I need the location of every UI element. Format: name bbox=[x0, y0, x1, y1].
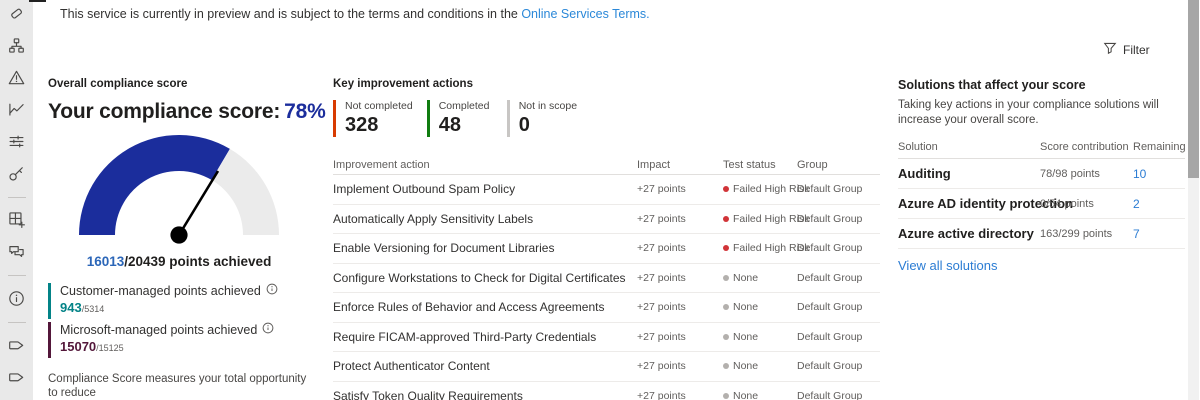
scrollbar-thumb[interactable] bbox=[1188, 0, 1199, 178]
action-link[interactable]: Require FICAM-approved Third-Party Crede… bbox=[333, 330, 637, 344]
points-breakdowns: Customer-managed points achieved 943/531… bbox=[48, 283, 310, 358]
microsoft-managed-label: Microsoft-managed points achieved bbox=[60, 323, 258, 337]
remaining-actions-link[interactable]: 7 bbox=[1133, 227, 1185, 241]
customer-managed-breakdown: Customer-managed points achieved 943/531… bbox=[48, 283, 310, 319]
col-remaining-actions[interactable]: Remaining actions bbox=[1133, 141, 1185, 153]
table-row[interactable]: Protect Authenticator Content +27 points… bbox=[333, 352, 880, 382]
solutions-panel: Solutions that affect your score Taking … bbox=[898, 78, 1185, 400]
gauge-needle bbox=[177, 170, 220, 236]
points-achieved: 16013/20439 points achieved bbox=[74, 254, 284, 269]
solutions-header-row: Solution Score contribution Remaining ac… bbox=[898, 135, 1185, 159]
score-headline-text: Your compliance score: bbox=[48, 100, 281, 123]
eraser-icon[interactable] bbox=[8, 5, 25, 22]
score-section-title: Overall compliance score bbox=[48, 78, 188, 90]
solutions-description: Taking key actions in your compliance so… bbox=[898, 99, 1159, 126]
solution-row[interactable]: Azure AD identity protection 0/54 points… bbox=[898, 189, 1185, 219]
table-row[interactable]: Enforce Rules of Behavior and Access Agr… bbox=[333, 293, 880, 323]
key-icon[interactable] bbox=[8, 165, 25, 182]
warning-icon[interactable] bbox=[8, 69, 25, 86]
remaining-actions-link[interactable]: 2 bbox=[1133, 197, 1185, 211]
sliders-icon[interactable] bbox=[8, 133, 25, 150]
col-group[interactable]: Group bbox=[797, 159, 880, 171]
key-improvement-actions-panel: Key improvement actions Not completed 32… bbox=[333, 78, 880, 400]
microsoft-managed-breakdown: Microsoft-managed points achieved 15070/… bbox=[48, 322, 310, 358]
customer-managed-label: Customer-managed points achieved bbox=[60, 284, 261, 298]
table-row[interactable]: Satisfy Token Quality Requirements +27 p… bbox=[333, 382, 880, 400]
customer-managed-total: /5314 bbox=[81, 304, 105, 314]
table-row[interactable]: Enable Versioning for Document Libraries… bbox=[333, 234, 880, 264]
table-header-row: Improvement action Impact Test status Gr… bbox=[333, 155, 880, 175]
microsoft-managed-value: 15070 bbox=[60, 339, 97, 354]
action-link[interactable]: Automatically Apply Sensitivity Labels bbox=[333, 212, 637, 226]
preview-banner: This service is currently in preview and… bbox=[60, 7, 650, 21]
status-dot bbox=[723, 392, 729, 399]
stat-not-in-scope: Not in scope 0 bbox=[506, 100, 577, 137]
table-row[interactable]: Require FICAM-approved Third-Party Crede… bbox=[333, 323, 880, 352]
remaining-actions-link[interactable]: 10 bbox=[1133, 167, 1185, 181]
gauge-fill-arc bbox=[79, 134, 230, 235]
table-row[interactable]: Automatically Apply Sensitivity Labels +… bbox=[333, 205, 880, 234]
preview-banner-text: This service is currently in preview and… bbox=[60, 7, 522, 21]
action-link[interactable]: Implement Outbound Spam Policy bbox=[333, 182, 637, 196]
score-gauge bbox=[74, 130, 284, 250]
flowchart-icon[interactable] bbox=[8, 37, 25, 54]
points-achieved-value: 16013 bbox=[86, 254, 125, 269]
col-impact[interactable]: Impact bbox=[637, 159, 723, 171]
status-dot bbox=[723, 363, 729, 370]
improvement-actions-table: Improvement action Impact Test status Gr… bbox=[333, 155, 880, 400]
actions-stats: Not completed 328 Completed 48 Not in sc… bbox=[333, 100, 880, 137]
status-dot bbox=[723, 245, 729, 252]
view-all-solutions-link[interactable]: View all solutions bbox=[898, 258, 997, 273]
solution-row[interactable]: Azure active directory 163/299 points 7 bbox=[898, 219, 1185, 249]
vertical-scrollbar[interactable] bbox=[1188, 0, 1199, 400]
score-footnote: Compliance Score measures your total opp… bbox=[48, 373, 307, 399]
grid-plus-icon[interactable] bbox=[8, 211, 25, 229]
action-link[interactable]: Protect Authenticator Content bbox=[333, 359, 637, 373]
stat-completed: Completed 48 bbox=[426, 100, 493, 137]
col-solution[interactable]: Solution bbox=[898, 141, 1040, 153]
score-headline: Your compliance score: 78% bbox=[48, 100, 326, 124]
actions-section-title: Key improvement actions bbox=[333, 78, 473, 90]
top-edge-artifact bbox=[29, 0, 46, 2]
table-row[interactable]: Configure Workstations to Check for Digi… bbox=[333, 264, 880, 293]
status-dot bbox=[723, 304, 729, 311]
solutions-section-title: Solutions that affect your score bbox=[898, 78, 1086, 92]
stat-not-completed: Not completed 328 bbox=[333, 100, 413, 137]
action-link[interactable]: Enable Versioning for Document Libraries bbox=[333, 241, 637, 255]
status-dot bbox=[723, 274, 729, 281]
action-link[interactable]: Satisfy Token Quality Requirements bbox=[333, 389, 637, 400]
chat-icon[interactable] bbox=[8, 243, 25, 260]
filter-label: Filter bbox=[1123, 42, 1150, 57]
line-chart-icon[interactable] bbox=[8, 101, 25, 118]
col-improvement-action[interactable]: Improvement action bbox=[333, 159, 637, 171]
points-achieved-suffix: points achieved bbox=[165, 254, 272, 269]
status-dot bbox=[723, 333, 729, 340]
info-icon[interactable] bbox=[8, 290, 25, 307]
compliance-manager-page: This service is currently in preview and… bbox=[0, 0, 1200, 400]
table-row[interactable]: Implement Outbound Spam Policy +27 point… bbox=[333, 175, 880, 205]
filter-button[interactable]: Filter bbox=[1103, 41, 1150, 58]
points-achieved-total: /20439 bbox=[124, 254, 166, 269]
info-circle-icon[interactable] bbox=[266, 283, 278, 300]
solutions-table: Solution Score contribution Remaining ac… bbox=[898, 135, 1185, 249]
status-dot bbox=[723, 215, 729, 222]
tag-icon[interactable] bbox=[8, 368, 25, 385]
col-test-status[interactable]: Test status bbox=[723, 159, 797, 171]
action-link[interactable]: Configure Workstations to Check for Digi… bbox=[333, 271, 637, 285]
microsoft-managed-total: /15125 bbox=[96, 343, 124, 353]
col-score-contribution[interactable]: Score contribution bbox=[1040, 141, 1133, 153]
customer-managed-value: 943 bbox=[60, 300, 82, 315]
gauge-needle-hub bbox=[170, 226, 188, 244]
score-percent: 78% bbox=[284, 100, 326, 123]
action-link[interactable]: Enforce Rules of Behavior and Access Agr… bbox=[333, 300, 637, 314]
solution-row[interactable]: Auditing 78/98 points 10 bbox=[898, 159, 1185, 189]
overall-score-panel: Overall compliance score Your compliance… bbox=[48, 78, 326, 400]
info-circle-icon[interactable] bbox=[262, 322, 274, 339]
filter-icon bbox=[1103, 41, 1117, 58]
status-dot bbox=[723, 186, 729, 193]
app-sidebar bbox=[0, 0, 33, 400]
online-services-terms-link[interactable]: Online Services Terms. bbox=[521, 7, 649, 21]
tag-icon[interactable] bbox=[8, 336, 25, 353]
